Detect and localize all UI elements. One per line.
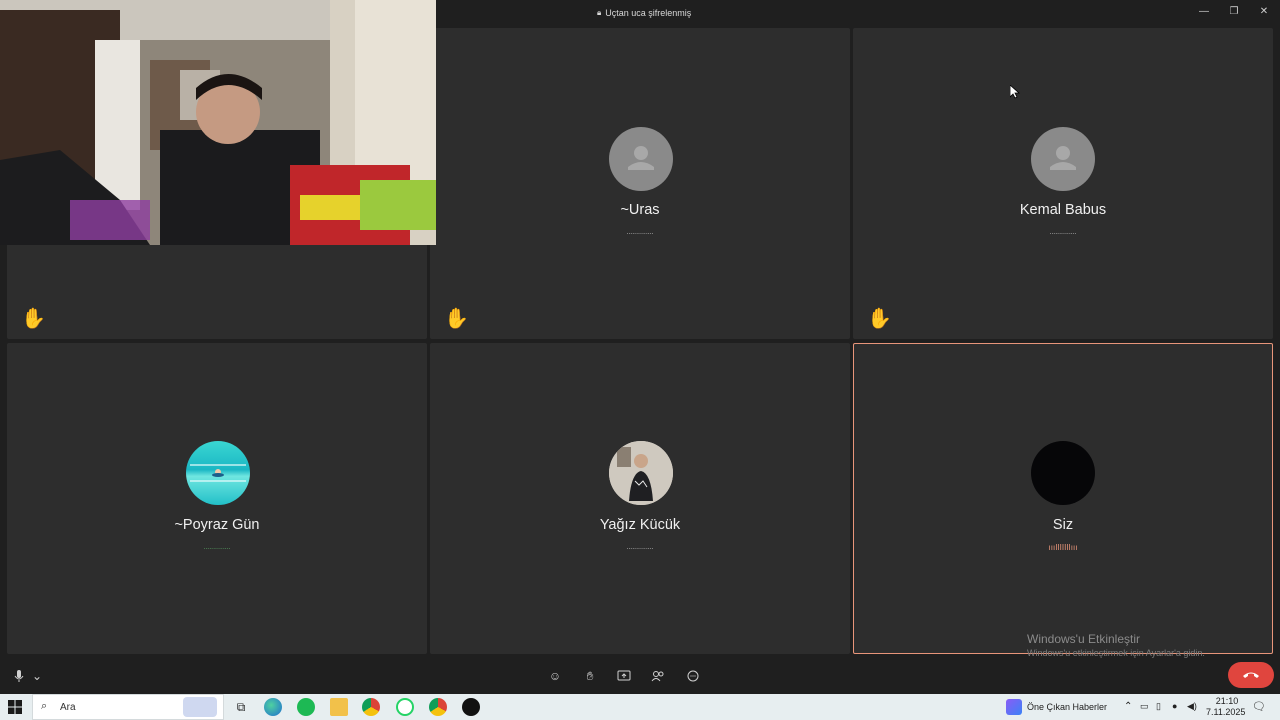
default-avatar-icon xyxy=(609,127,673,191)
participant-name: ~Poyraz Gün xyxy=(174,517,260,533)
call-controls-bar: ⌄ ☺ ✋︎ xyxy=(0,658,1280,694)
activation-watermark-title: Windows'u Etkinleştir xyxy=(1027,632,1140,646)
participant-tile-kemal[interactable]: Kemal Babus .............. ✋ xyxy=(853,28,1273,339)
participant-tile-uras[interactable]: ~Uras .............. ✋ xyxy=(430,28,850,339)
encryption-notice: 🔒︎ Uçtan uca şifrelenmiş xyxy=(597,8,691,18)
network-icon[interactable]: ▭ xyxy=(1140,701,1149,712)
participant-tile-yagiz[interactable]: Yağız Kücük .............. xyxy=(430,343,850,654)
volume-icon[interactable]: ◀) xyxy=(1187,701,1197,712)
participant-name: ~Uras xyxy=(620,202,660,218)
audio-level-indicator: .............. xyxy=(203,544,231,551)
profile-photo xyxy=(1031,441,1095,505)
restore-icon[interactable]: ❐ xyxy=(1226,5,1242,19)
search-placeholder: Ara xyxy=(60,702,76,713)
search-highlight-image xyxy=(183,697,217,717)
windows-taskbar: ⌕ Ara ⧉ Öne Çıkan Haberler ⌃ ▭ ▯ ● ◀) 21… xyxy=(0,694,1280,720)
taskbar-search-box[interactable]: ⌕ Ara xyxy=(32,694,224,720)
mouse-cursor-icon xyxy=(1010,85,1020,99)
participant-name: Yağız Kücük xyxy=(599,517,681,533)
mic-tray-icon[interactable]: ● xyxy=(1172,701,1177,711)
whatsapp-icon[interactable] xyxy=(396,698,414,716)
search-icon: ⌕ xyxy=(41,700,48,712)
microphone-icon[interactable] xyxy=(10,667,28,685)
app-icon[interactable] xyxy=(462,698,480,716)
file-explorer-icon[interactable] xyxy=(330,698,348,716)
notification-icon[interactable]: 🗨︎ xyxy=(1252,700,1266,713)
news-widget-label[interactable]: Öne Çıkan Haberler xyxy=(1027,702,1107,712)
clock-time[interactable]: 21:10 xyxy=(1212,696,1242,706)
clock-date[interactable]: 7.11.2025 xyxy=(1206,707,1245,717)
encryption-label: Uçtan uca şifrelenmiş xyxy=(605,8,692,18)
participant-name: Kemal Babus xyxy=(1019,202,1107,218)
chevron-down-icon[interactable]: ⌄ xyxy=(28,667,46,685)
minimize-icon[interactable]: — xyxy=(1196,5,1212,19)
chevron-up-icon[interactable]: ⌃ xyxy=(1124,701,1132,712)
raised-hand-icon: ✋ xyxy=(867,308,892,330)
task-view-icon[interactable]: ⧉ xyxy=(232,698,250,716)
lock-icon: 🔒︎ xyxy=(597,8,602,17)
emoji-icon[interactable]: ☺ xyxy=(546,667,564,685)
chat-icon[interactable] xyxy=(684,667,702,685)
audio-level-indicator: .............. xyxy=(626,544,654,551)
default-avatar-icon xyxy=(1031,127,1095,191)
self-camera-feed[interactable] xyxy=(0,0,436,245)
chrome-icon[interactable] xyxy=(362,698,380,716)
raised-hand-icon: ✋ xyxy=(444,308,469,330)
participant-tile-self[interactable]: Siz ıııIIIIIIIııı xyxy=(853,343,1273,654)
share-screen-icon[interactable] xyxy=(615,667,633,685)
edge-icon[interactable] xyxy=(264,698,282,716)
participants-icon[interactable] xyxy=(649,667,667,685)
phone-hangup-icon xyxy=(1243,672,1259,678)
battery-icon[interactable]: ▯ xyxy=(1156,701,1161,712)
profile-photo xyxy=(609,441,673,505)
participant-tile-poyraz[interactable]: ~Poyraz Gün .............. xyxy=(7,343,427,654)
profile-photo xyxy=(186,441,250,505)
audio-level-indicator: .............. xyxy=(1049,229,1077,236)
raised-hand-icon: ✋ xyxy=(21,308,46,330)
chrome-profile-icon[interactable] xyxy=(429,698,447,716)
end-call-button[interactable] xyxy=(1228,662,1274,688)
audio-level-indicator: .............. xyxy=(626,229,654,236)
close-icon[interactable]: ✕ xyxy=(1256,5,1272,19)
call-window: 🔒︎ Uçtan uca şifrelenmiş — ❐ ✕ ✋ ~Uras .… xyxy=(0,0,1280,694)
raise-hand-icon[interactable]: ✋︎ xyxy=(581,667,599,685)
windows-start-icon[interactable] xyxy=(8,700,22,714)
activation-watermark-subtitle: Windows'u etkinleştirmek için Ayarlar'a … xyxy=(1027,648,1205,658)
spotify-icon[interactable] xyxy=(297,698,315,716)
audio-level-indicator: ıııIIIIIIIııı xyxy=(1048,543,1078,552)
news-widget-icon[interactable] xyxy=(1006,699,1022,715)
participant-name: Siz xyxy=(1052,517,1074,533)
